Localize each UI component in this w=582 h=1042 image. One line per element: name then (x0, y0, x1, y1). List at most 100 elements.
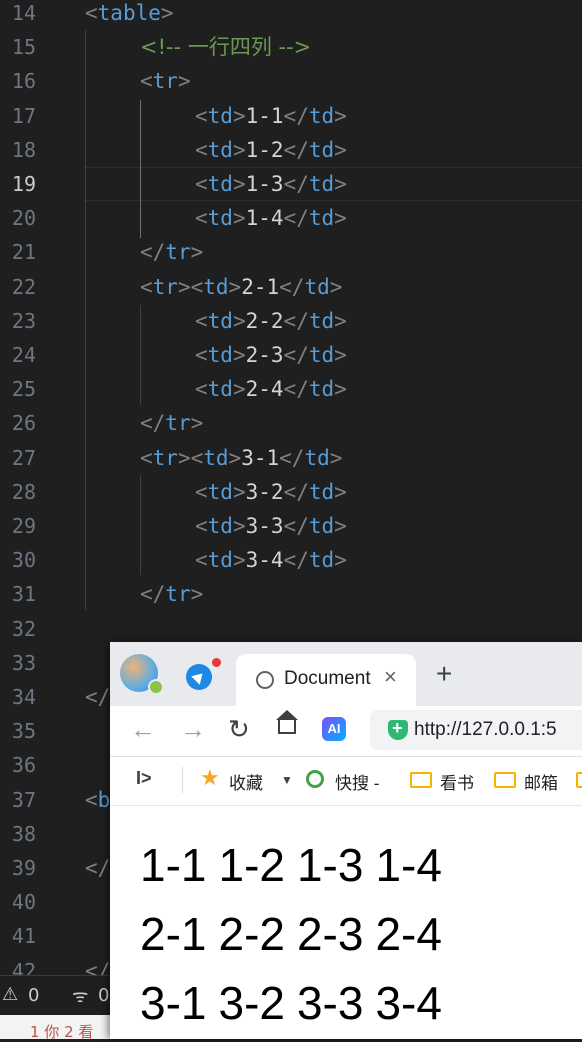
line-number: 21 (11, 240, 36, 265)
code-token: tr (152, 445, 178, 470)
code-line[interactable]: 23 <td>2-2</td> (0, 304, 582, 338)
sidebar-toggle-icon[interactable]: I> (136, 768, 152, 789)
reload-icon[interactable]: ↻ (228, 716, 250, 742)
warning-icon[interactable]: ⚠ (2, 984, 18, 1005)
line-number: 19 (11, 172, 36, 196)
folder-icon[interactable] (494, 772, 516, 788)
bookmark-favorites[interactable]: 收藏 (229, 769, 263, 794)
code-token: 1-4 (245, 206, 284, 231)
close-icon[interactable]: × (384, 664, 397, 690)
code-line[interactable]: 15 <!-- 一行四列 --> (0, 30, 582, 64)
ports-count[interactable]: 0 (98, 985, 109, 1006)
line-number: 29 (11, 514, 36, 538)
code-line[interactable]: 32 (0, 612, 582, 646)
code-line[interactable]: 24 <td>2-3</td> (0, 338, 582, 372)
bookmark-quick-search[interactable]: 快搜 - (335, 769, 379, 794)
bookmark-folder-books[interactable]: 看书 (440, 769, 474, 794)
problems-count[interactable]: 0 (28, 985, 39, 1006)
code-line[interactable]: 18 <td>1-2</td> (0, 133, 582, 167)
star-icon[interactable]: ★ (200, 765, 220, 791)
bookmark-folder-mail[interactable]: 邮箱 (524, 769, 558, 794)
code-token: td (207, 206, 233, 231)
code-token: td (207, 514, 233, 538)
home-icon[interactable] (276, 710, 298, 734)
code-token: td (308, 343, 335, 367)
code-token: td (207, 343, 233, 367)
code-line[interactable]: 17 <td>1-1</td> (0, 99, 582, 133)
url-text[interactable]: http://127.0.0.1:5 (414, 719, 557, 741)
code-token: < (195, 308, 208, 333)
code-token: 2-2 (245, 308, 284, 333)
code-line[interactable]: 21 </tr> (0, 235, 582, 269)
code-token: < (195, 172, 208, 196)
code-line[interactable]: 27 <tr><td>3-1</td> (0, 441, 582, 475)
code-text: <td>2-2</td> (195, 304, 347, 338)
code-text: <td>3-3</td> (195, 509, 347, 543)
broadcast-icon[interactable]: ᯤ (72, 984, 88, 1008)
notification-dot-icon (212, 658, 221, 667)
code-token: < (195, 206, 208, 231)
code-line[interactable]: 22 <tr><td>2-1</td> (0, 270, 582, 304)
code-token: > (232, 377, 246, 402)
security-shield-icon[interactable] (388, 718, 408, 740)
quick-search-icon[interactable] (306, 770, 324, 788)
code-text: <!-- 一行四列 --> (140, 30, 311, 64)
new-tab-button[interactable]: + (436, 660, 452, 688)
code-token: > (190, 240, 204, 265)
code-line[interactable]: 26 </tr> (0, 406, 582, 440)
code-token: < (195, 377, 208, 402)
code-line[interactable]: 25 <td>2-4</td> (0, 372, 582, 406)
profile-badge-icon (148, 679, 164, 695)
code-text: <td>1-4</td> (195, 201, 347, 235)
code-line[interactable]: 19 <td>1-3</td> (0, 167, 582, 201)
code-token: < (85, 1, 98, 25)
code-token: td (203, 445, 229, 470)
code-line[interactable]: 30 <td>3-4</td> (0, 543, 582, 577)
back-arrow-icon[interactable]: ← (130, 716, 156, 742)
code-line[interactable]: 29 <td>3-3</td> (0, 509, 582, 543)
code-token: td (308, 479, 335, 504)
browser-toolbar: ← → ↻ AI http://127.0.0.1:5 (110, 706, 582, 757)
code-token: > (228, 274, 242, 299)
line-number: 37 (11, 787, 36, 812)
table-cell: 1-2 (218, 839, 285, 891)
code-text: <td>3-2</td> (195, 475, 347, 509)
code-token: td (308, 514, 335, 538)
line-number: 15 (11, 35, 36, 60)
navigation-icon[interactable] (186, 664, 212, 690)
code-token: </ (283, 343, 309, 367)
code-token: </ (283, 206, 309, 231)
code-text: <td>1-1</td> (195, 99, 347, 133)
indent-guide (140, 100, 141, 238)
code-token: > (334, 548, 347, 573)
code-line[interactable]: 14 <table> (0, 0, 582, 30)
code-text: <tr><td>3-1</td> (140, 441, 342, 475)
table-cell: 3-4 (375, 977, 442, 1029)
code-text: </tr> (140, 577, 203, 611)
address-bar[interactable]: http://127.0.0.1:5 (370, 710, 582, 750)
code-token: > (329, 274, 343, 299)
chevron-down-icon[interactable]: ▼ (281, 773, 293, 787)
code-line[interactable]: 28 <td>3-2</td> (0, 475, 582, 509)
line-number: 30 (11, 548, 36, 573)
code-token: > (232, 548, 246, 573)
table-row: 3-1 3-2 3-3 3-4 (140, 976, 454, 1030)
ai-icon[interactable]: AI (322, 717, 346, 741)
line-number: 26 (11, 411, 36, 436)
code-line[interactable]: 16 <tr> (0, 64, 582, 98)
folder-icon[interactable] (576, 772, 582, 788)
code-token: < (195, 514, 208, 538)
code-token: </ (140, 240, 166, 265)
code-token: 1-3 (245, 172, 284, 196)
code-token: 2-4 (245, 377, 284, 402)
folder-icon[interactable] (410, 772, 432, 788)
code-line[interactable]: 20 <td>1-4</td> (0, 201, 582, 235)
forward-arrow-icon[interactable]: → (180, 716, 206, 742)
code-token: > (232, 206, 246, 231)
line-number: 14 (11, 1, 36, 25)
tab-document[interactable]: Document × (236, 654, 416, 706)
code-line[interactable]: 31 </tr> (0, 577, 582, 611)
table-cell: 3-3 (296, 977, 364, 1029)
indent-guide (140, 475, 141, 575)
code-token: </ (283, 172, 309, 196)
